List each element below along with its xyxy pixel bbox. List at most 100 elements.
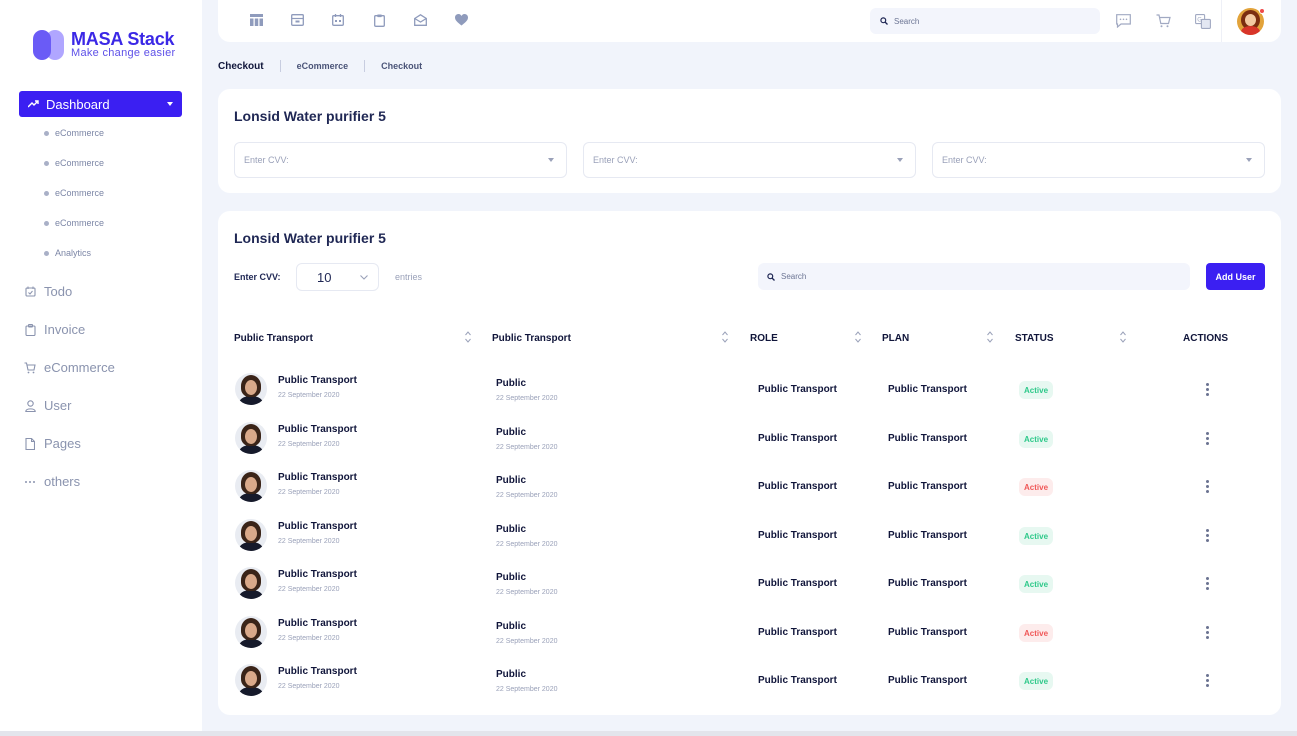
clipboard-icon[interactable] — [372, 13, 386, 27]
bottom-scrollbar[interactable] — [0, 731, 1297, 736]
calendar-icon[interactable] — [331, 13, 345, 27]
row-name[interactable]: Public Transport — [278, 618, 357, 629]
table-row: Public Transport 22 September 2020 Publi… — [218, 562, 1281, 610]
dot-icon — [44, 130, 49, 136]
row-name[interactable]: Public Transport — [278, 521, 357, 532]
row-plan: Public Transport — [888, 433, 967, 444]
svg-text:G: G — [1197, 17, 1202, 23]
caret-down-icon — [167, 102, 173, 106]
sidebar-item-label: User — [44, 398, 72, 413]
card-title: Lonsid Water purifier 5 — [234, 108, 386, 124]
heart-icon[interactable] — [454, 13, 468, 27]
calendar-check-icon — [24, 286, 36, 298]
column-header[interactable]: Public Transport — [492, 333, 571, 344]
more-vertical-icon[interactable] — [1205, 626, 1209, 639]
breadcrumb-link-checkout[interactable]: Checkout — [381, 61, 422, 71]
translate-icon[interactable]: G — [1195, 13, 1211, 29]
topbar-divider — [1221, 0, 1222, 42]
sidebar-item-user[interactable]: User — [24, 398, 71, 413]
column-header-actions: ACTIONS — [1183, 333, 1228, 344]
table-row: Public Transport 22 September 2020 Publi… — [218, 514, 1281, 562]
row-date: 22 September 2020 — [278, 392, 340, 399]
cart-icon[interactable] — [1155, 13, 1171, 29]
sidebar-subitem-ecommerce[interactable]: eCommerce — [44, 218, 104, 228]
sidebar-item-others[interactable]: others — [24, 474, 80, 489]
sidebar-subitem-label: eCommerce — [55, 128, 105, 138]
status-badge: Active — [1019, 478, 1054, 496]
row-name[interactable]: Public Transport — [278, 472, 357, 483]
cvv-select[interactable]: Enter CVV: — [234, 142, 567, 178]
sort-icon[interactable] — [987, 331, 993, 343]
sidebar-item-label: Invoice — [44, 322, 86, 337]
sidebar-item-todo[interactable]: Todo — [24, 284, 72, 299]
layout-icon[interactable] — [249, 13, 263, 27]
top-bar: Search G — [218, 0, 1281, 42]
brand-logo[interactable]: MASA Stack Make change easier — [33, 30, 175, 60]
more-vertical-icon[interactable] — [1205, 577, 1209, 590]
sort-icon[interactable] — [722, 331, 728, 343]
more-vertical-icon[interactable] — [1205, 529, 1209, 542]
sidebar-item-ecommerce[interactable]: eCommerce — [24, 360, 115, 375]
sort-icon[interactable] — [465, 331, 471, 343]
breadcrumb-link-ecommerce[interactable]: eCommerce — [297, 61, 349, 71]
sidebar-subitem-analytics[interactable]: Analytics — [44, 248, 91, 258]
row-role: Public Transport — [758, 627, 837, 638]
chat-icon[interactable] — [1115, 13, 1131, 29]
sort-icon[interactable] — [1120, 331, 1126, 343]
sidebar-subitem-ecommerce[interactable]: eCommerce — [44, 158, 104, 168]
sort-icon[interactable] — [855, 331, 861, 343]
column-header[interactable]: Public Transport — [234, 333, 313, 344]
notification-dot — [1259, 8, 1265, 14]
row-role: Public Transport — [758, 433, 837, 444]
top-search-input[interactable]: Search — [870, 8, 1100, 34]
table-row: Public Transport 22 September 2020 Publi… — [218, 368, 1281, 416]
cvv-select[interactable]: Enter CVV: — [583, 142, 916, 178]
search-icon — [767, 272, 775, 281]
cvv-select[interactable]: Enter CVV: — [932, 142, 1265, 178]
sidebar-item-pages[interactable]: Pages — [24, 436, 81, 451]
add-user-button[interactable]: Add User — [1206, 263, 1265, 290]
breadcrumb-separator — [364, 60, 366, 72]
table-search-input[interactable]: Search — [758, 263, 1190, 290]
sidebar-item-dashboard[interactable]: Dashboard — [19, 91, 182, 117]
row-col2-date: 22 September 2020 — [496, 541, 558, 548]
column-header-role[interactable]: ROLE — [750, 333, 778, 344]
column-header-status[interactable]: STATUS — [1015, 333, 1054, 344]
row-name[interactable]: Public Transport — [278, 569, 357, 580]
row-date: 22 September 2020 — [278, 538, 340, 545]
row-plan: Public Transport — [888, 675, 967, 686]
more-vertical-icon[interactable] — [1205, 432, 1209, 445]
sidebar-subitem-label: eCommerce — [55, 188, 105, 198]
row-col2-date: 22 September 2020 — [496, 492, 558, 499]
row-col2-date: 22 September 2020 — [496, 638, 558, 645]
breadcrumb-separator — [279, 60, 281, 72]
more-vertical-icon[interactable] — [1205, 383, 1209, 396]
row-date: 22 September 2020 — [278, 489, 340, 496]
row-col2-date: 22 September 2020 — [496, 395, 558, 402]
sidebar-subitem-ecommerce[interactable]: eCommerce — [44, 128, 104, 138]
avatar — [235, 422, 267, 454]
row-name[interactable]: Public Transport — [278, 375, 357, 386]
entries-label: Enter CVV: — [234, 272, 281, 282]
row-plan: Public Transport — [888, 578, 967, 589]
dot-icon — [44, 190, 49, 196]
column-header-plan[interactable]: PLAN — [882, 333, 909, 344]
row-role: Public Transport — [758, 384, 837, 395]
mail-icon[interactable] — [413, 13, 427, 27]
avatar — [235, 567, 267, 599]
row-col2-date: 22 September 2020 — [496, 686, 558, 693]
chevron-down-icon — [1246, 158, 1252, 162]
store-icon[interactable] — [290, 13, 304, 27]
row-name[interactable]: Public Transport — [278, 424, 357, 435]
breadcrumb-current: Checkout — [218, 60, 264, 72]
row-name[interactable]: Public Transport — [278, 666, 357, 677]
entries-select[interactable]: 10 — [296, 263, 379, 291]
sidebar-subitem-label: eCommerce — [55, 218, 105, 228]
more-vertical-icon[interactable] — [1205, 480, 1209, 493]
avatar — [235, 470, 267, 502]
more-vertical-icon[interactable] — [1205, 674, 1209, 687]
cart-icon — [24, 361, 36, 374]
sidebar-item-invoice[interactable]: Invoice — [24, 322, 85, 337]
clipboard-icon — [24, 323, 36, 336]
sidebar-subitem-ecommerce[interactable]: eCommerce — [44, 188, 104, 198]
